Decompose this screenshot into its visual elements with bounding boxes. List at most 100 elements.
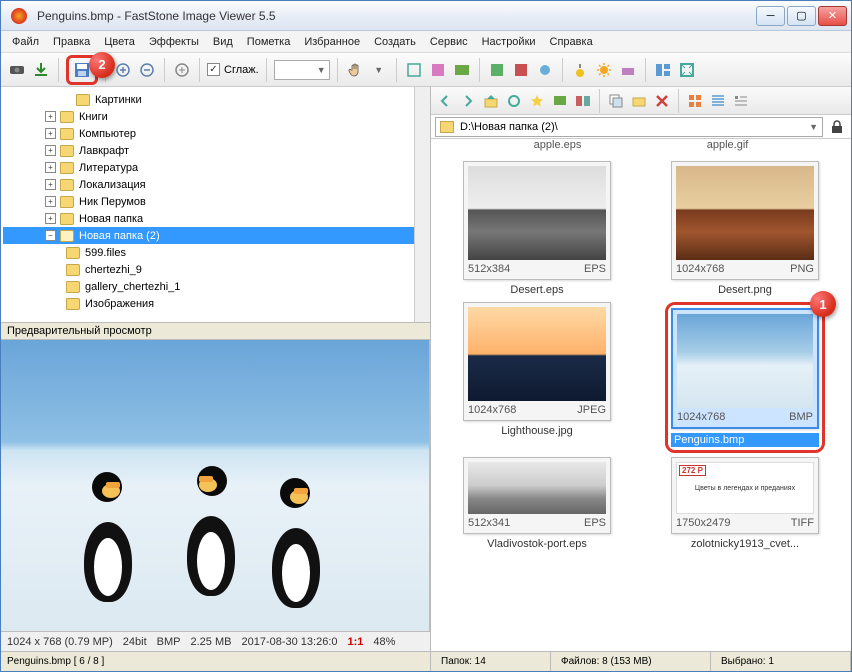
back-icon[interactable]: [435, 91, 455, 111]
info-ratio: 1:1: [348, 636, 364, 648]
thumb-item[interactable]: 1024x768PNG Desert.png: [645, 161, 845, 298]
menu-view[interactable]: Вид: [206, 33, 240, 51]
sun-icon[interactable]: [594, 60, 614, 80]
copy-icon[interactable]: [606, 91, 626, 111]
tree-item[interactable]: Картинки: [3, 91, 428, 108]
folder-tree[interactable]: Картинки +Книги +Компьютер +Лавкрафт +Ли…: [1, 87, 430, 316]
tree-item[interactable]: +Ник Перумов: [3, 193, 428, 210]
separator: [479, 58, 480, 82]
separator: [266, 58, 267, 82]
image-info-bar: 1024 x 768 (0.79 MP) 24bit BMP 2.25 MB 2…: [1, 631, 430, 651]
tool3-icon[interactable]: [452, 60, 472, 80]
thumb-item-selected[interactable]: 1024x768BMP Penguins.bmp 1: [645, 302, 845, 453]
menu-tools[interactable]: Сервис: [423, 33, 475, 51]
info-pct: 48%: [373, 636, 395, 648]
up-icon[interactable]: [481, 91, 501, 111]
separator: [337, 58, 338, 82]
tree-item-child[interactable]: chertezhi_9: [31, 261, 428, 278]
view-list-icon[interactable]: [708, 91, 728, 111]
zoom-in-icon[interactable]: [113, 60, 133, 80]
info-size: 2.25 MB: [191, 636, 232, 648]
menu-create[interactable]: Создать: [367, 33, 423, 51]
menu-colors[interactable]: Цвета: [97, 33, 142, 51]
zoom-out-icon[interactable]: [137, 60, 157, 80]
tree-item[interactable]: +Литература: [3, 159, 428, 176]
checkbox-icon[interactable]: ✓: [207, 63, 220, 76]
tree-item-selected[interactable]: −Новая папка (2): [3, 227, 428, 244]
tool8-icon[interactable]: [618, 60, 638, 80]
menu-edit[interactable]: Правка: [46, 33, 97, 51]
move-icon[interactable]: [629, 91, 649, 111]
menu-favorites[interactable]: Избранное: [297, 33, 367, 51]
folder-icon: [440, 121, 454, 133]
status-bar: Папок: 14 Файлов: 8 (153 MB) Выбрано: 1: [431, 651, 851, 671]
delete-icon[interactable]: [652, 91, 672, 111]
tree-item[interactable]: +Локализация: [3, 176, 428, 193]
compare-icon[interactable]: [573, 91, 593, 111]
tree-item[interactable]: +Компьютер: [3, 125, 428, 142]
maximize-button[interactable]: ▢: [787, 6, 816, 26]
lock-icon[interactable]: [827, 117, 847, 137]
scan-icon[interactable]: [7, 60, 27, 80]
thumb-title-top: apple.eps: [534, 139, 582, 155]
tree-item[interactable]: +Новая папка: [3, 210, 428, 227]
zoom-dropdown[interactable]: ▼: [274, 60, 330, 80]
path-text: D:\Новая папка (2)\: [460, 121, 558, 133]
separator: [58, 58, 59, 82]
tool2-icon[interactable]: [428, 60, 448, 80]
thumb-item[interactable]: 512x341EPS Vladivostok-port.eps: [437, 457, 637, 552]
hand-icon[interactable]: [345, 60, 365, 80]
thumb-item[interactable]: 1024x768JPEG Lighthouse.jpg: [437, 302, 637, 453]
forward-icon[interactable]: [458, 91, 478, 111]
tool5-icon[interactable]: [511, 60, 531, 80]
app-window: Penguins.bmp - FastStone Image Viewer 5.…: [0, 0, 852, 672]
slideshow-icon[interactable]: [550, 91, 570, 111]
thumbnail-grid[interactable]: 512x384EPS Desert.eps 1024x768PNG Desert…: [431, 155, 851, 651]
browser-toolbar: [431, 87, 851, 115]
view-detail-icon[interactable]: [731, 91, 751, 111]
minimize-button[interactable]: ─: [756, 6, 785, 26]
thumb-item[interactable]: 512x384EPS Desert.eps: [437, 161, 637, 298]
tree-item-child[interactable]: 599.files: [31, 244, 428, 261]
menubar: Файл Правка Цвета Эффекты Вид Пометка Из…: [1, 31, 851, 53]
preview-image[interactable]: [1, 340, 430, 631]
menu-help[interactable]: Справка: [543, 33, 600, 51]
tree-item-child[interactable]: gallery_chertezhi_1: [31, 278, 428, 295]
view-thumbs-icon[interactable]: [685, 91, 705, 111]
tree-item[interactable]: +Лавкрафт: [3, 142, 428, 159]
info-depth: 24bit: [123, 636, 147, 648]
close-button[interactable]: ✕: [818, 6, 847, 26]
fullscreen-icon[interactable]: [677, 60, 697, 80]
smooth-label: Сглаж.: [224, 64, 259, 76]
tool1-icon[interactable]: [404, 60, 424, 80]
status-selected: Выбрано: 1: [711, 652, 851, 671]
chevron-down-icon[interactable]: ▼: [809, 122, 818, 132]
menu-effects[interactable]: Эффекты: [142, 33, 206, 51]
separator: [396, 58, 397, 82]
smooth-toggle[interactable]: ✓ Сглаж.: [207, 63, 259, 76]
hand-dropdown-icon[interactable]: ▼: [369, 60, 389, 80]
tree-scrollbar[interactable]: [414, 87, 430, 322]
menu-tag[interactable]: Пометка: [240, 33, 298, 51]
tool7-icon[interactable]: [570, 60, 590, 80]
status-folders: Папок: 14: [431, 652, 551, 671]
fit-icon[interactable]: [172, 60, 192, 80]
preview-header: Предварительный просмотр: [1, 322, 430, 340]
menu-settings[interactable]: Настройки: [475, 33, 543, 51]
tool6-icon[interactable]: [535, 60, 555, 80]
status-files: Файлов: 8 (153 MB): [551, 652, 711, 671]
path-input[interactable]: D:\Новая папка (2)\ ▼: [435, 117, 823, 137]
tree-item-child[interactable]: Изображения: [31, 295, 428, 312]
menu-file[interactable]: Файл: [5, 33, 46, 51]
thumb-item[interactable]: 272 РЦветы в легендах и преданиях1750x24…: [645, 457, 845, 552]
separator: [645, 58, 646, 82]
price-badge: 272 Р: [679, 465, 706, 476]
tool4-icon[interactable]: [487, 60, 507, 80]
tree-item[interactable]: +Книги: [3, 108, 428, 125]
download-icon[interactable]: [31, 60, 51, 80]
refresh-icon[interactable]: [504, 91, 524, 111]
left-status-bar: Penguins.bmp [ 6 / 8 ]: [1, 651, 430, 671]
fav-icon[interactable]: [527, 91, 547, 111]
separator: [599, 89, 600, 113]
layout-icon[interactable]: [653, 60, 673, 80]
